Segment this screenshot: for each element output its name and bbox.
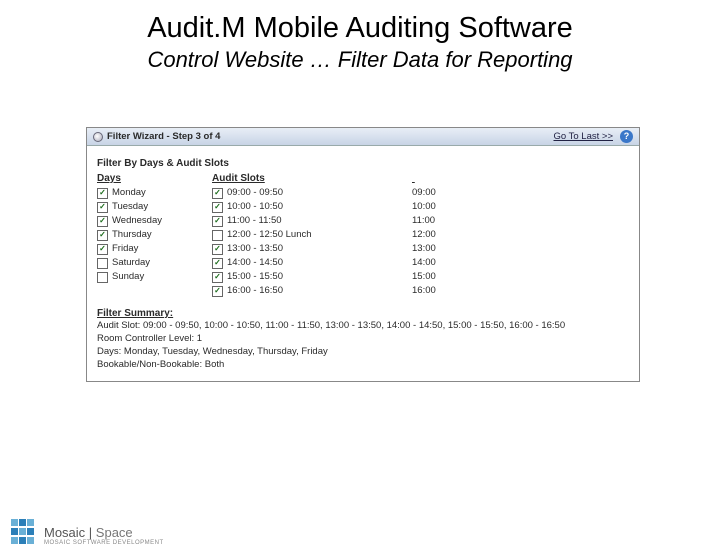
summary-line: Room Controller Level: 1 xyxy=(97,333,629,345)
day-row: Sunday xyxy=(97,270,212,284)
time-value: 14:00 xyxy=(412,256,532,270)
goto-last-link[interactable]: Go To Last >> xyxy=(553,131,613,142)
day-label: Thursday xyxy=(112,228,152,242)
day-checkbox[interactable] xyxy=(97,272,108,283)
footer-logo: Mosaic | Space MOSAIC SOFTWARE DEVELOPME… xyxy=(10,518,164,546)
slide-title: Audit.M Mobile Auditing Software xyxy=(0,12,720,45)
day-checkbox[interactable] xyxy=(97,230,108,241)
slide-subtitle: Control Website … Filter Data for Report… xyxy=(0,47,720,73)
slot-label: 15:00 - 15:50 xyxy=(227,270,283,284)
slot-checkbox[interactable] xyxy=(212,230,223,241)
mosaic-logo-icon xyxy=(10,518,40,546)
slot-row: 09:00 - 09:50 xyxy=(212,186,412,200)
window-titlebar: Filter Wizard - Step 3 of 4 Go To Last >… xyxy=(87,128,639,146)
slots-heading: Audit Slots xyxy=(212,173,412,184)
slot-label: 11:00 - 11:50 xyxy=(227,214,282,228)
slot-checkbox[interactable] xyxy=(212,286,223,297)
title-pre: Audit. xyxy=(147,12,221,44)
brand-tagline: MOSAIC SOFTWARE DEVELOPMENT xyxy=(44,540,164,546)
day-checkbox[interactable] xyxy=(97,258,108,269)
summary-line: Audit Slot: 09:00 - 09:50, 10:00 - 10:50… xyxy=(97,320,629,332)
brand-a: Mosaic xyxy=(44,525,85,540)
day-row: Thursday xyxy=(97,228,212,242)
day-label: Tuesday xyxy=(112,200,148,214)
times-heading-spacer xyxy=(412,173,532,184)
slot-checkbox[interactable] xyxy=(212,216,223,227)
brand-b: Space xyxy=(96,525,133,540)
slot-row: 13:00 - 13:50 xyxy=(212,242,412,256)
time-value: 15:00 xyxy=(412,270,532,284)
day-label: Monday xyxy=(112,186,146,200)
day-row: Saturday xyxy=(97,256,212,270)
day-checkbox[interactable] xyxy=(97,216,108,227)
day-label: Wednesday xyxy=(112,214,162,228)
help-icon[interactable]: ? xyxy=(620,130,633,143)
day-label: Friday xyxy=(112,242,138,256)
slot-checkbox[interactable] xyxy=(212,272,223,283)
day-row: Monday xyxy=(97,186,212,200)
days-column: Days MondayTuesdayWednesdayThursdayFrida… xyxy=(97,173,212,298)
filter-summary: Filter Summary: Audit Slot: 09:00 - 09:5… xyxy=(97,308,629,371)
day-row: Tuesday xyxy=(97,200,212,214)
slot-row: 12:00 - 12:50 Lunch xyxy=(212,228,412,242)
day-label: Sunday xyxy=(112,270,144,284)
day-row: Wednesday xyxy=(97,214,212,228)
slot-row: 11:00 - 11:50 xyxy=(212,214,412,228)
day-checkbox[interactable] xyxy=(97,188,108,199)
day-checkbox[interactable] xyxy=(97,202,108,213)
slot-checkbox[interactable] xyxy=(212,202,223,213)
slot-row: 15:00 - 15:50 xyxy=(212,270,412,284)
slot-label: 12:00 - 12:50 Lunch xyxy=(227,228,312,242)
time-value: 12:00 xyxy=(412,228,532,242)
time-value: 10:00 xyxy=(412,200,532,214)
time-value: 16:00 xyxy=(412,284,532,298)
day-row: Friday xyxy=(97,242,212,256)
filter-wizard-window: Filter Wizard - Step 3 of 4 Go To Last >… xyxy=(86,127,640,382)
window-title: Filter Wizard - Step 3 of 4 xyxy=(107,131,220,142)
slots-column: Audit Slots 09:00 - 09:5010:00 - 10:5011… xyxy=(212,173,412,298)
days-heading: Days xyxy=(97,173,212,184)
slot-row: 14:00 - 14:50 xyxy=(212,256,412,270)
slot-label: 14:00 - 14:50 xyxy=(227,256,283,270)
slot-row: 16:00 - 16:50 xyxy=(212,284,412,298)
window-body: Filter By Days & Audit Slots Days Monday… xyxy=(87,146,639,381)
slot-label: 10:00 - 10:50 xyxy=(227,200,283,214)
day-checkbox[interactable] xyxy=(97,244,108,255)
slot-row: 10:00 - 10:50 xyxy=(212,200,412,214)
section-heading: Filter By Days & Audit Slots xyxy=(97,158,629,169)
slot-label: 13:00 - 13:50 xyxy=(227,242,283,256)
slot-checkbox[interactable] xyxy=(212,188,223,199)
times-column: 09:0010:0011:0012:0013:0014:0015:0016:00 xyxy=(412,173,532,298)
summary-line: Days: Monday, Tuesday, Wednesday, Thursd… xyxy=(97,346,629,358)
slot-checkbox[interactable] xyxy=(212,244,223,255)
summary-heading: Filter Summary: xyxy=(97,308,629,319)
title-m: M xyxy=(221,12,245,44)
slot-label: 16:00 - 16:50 xyxy=(227,284,283,298)
brand-text: Mosaic | Space xyxy=(44,525,164,540)
slot-checkbox[interactable] xyxy=(212,258,223,269)
summary-line: Bookable/Non-Bookable: Both xyxy=(97,359,629,371)
wizard-icon xyxy=(93,132,103,142)
time-value: 13:00 xyxy=(412,242,532,256)
title-post: Mobile Auditing Software xyxy=(246,12,573,44)
slot-label: 09:00 - 09:50 xyxy=(227,186,283,200)
time-value: 11:00 xyxy=(412,214,532,228)
time-value: 09:00 xyxy=(412,186,532,200)
brand-sep: | xyxy=(85,525,96,540)
day-label: Saturday xyxy=(112,256,150,270)
